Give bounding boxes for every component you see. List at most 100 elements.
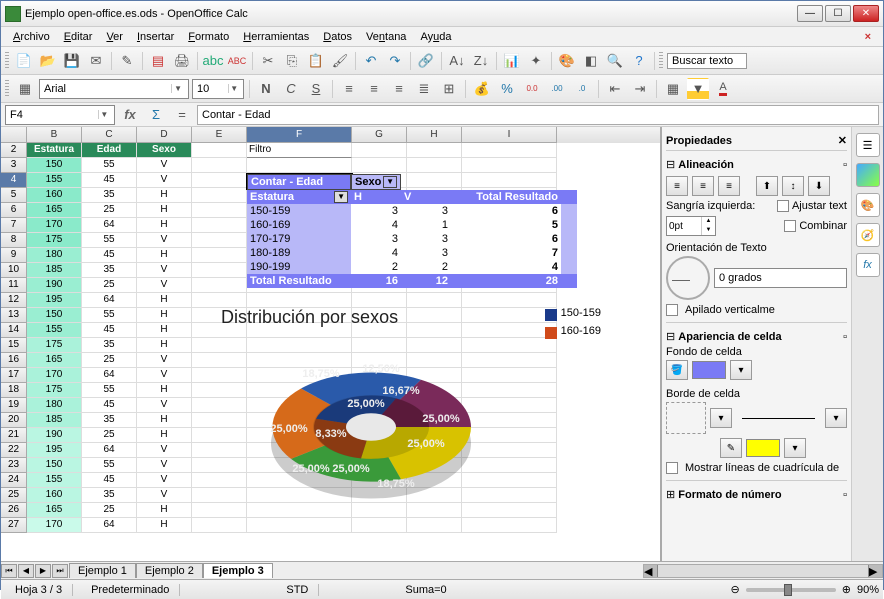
- pdf-icon[interactable]: ▤: [147, 50, 169, 72]
- tab-prev-icon[interactable]: ◀: [18, 564, 34, 578]
- chart-icon[interactable]: 📊: [501, 50, 523, 72]
- stack-checkbox[interactable]: [666, 304, 678, 316]
- sidebar-tab-navigator-icon[interactable]: 🧭: [856, 223, 880, 247]
- sidebar-close-icon[interactable]: ✕: [838, 134, 847, 147]
- menu-formato[interactable]: Formato: [182, 29, 235, 45]
- align-justify-icon[interactable]: ≣: [413, 78, 435, 100]
- spellcheck-icon[interactable]: abc: [202, 50, 224, 72]
- save-icon[interactable]: 💾: [61, 50, 83, 72]
- align-left-icon[interactable]: ≡: [666, 176, 688, 196]
- more-icon[interactable]: ▫: [843, 489, 847, 501]
- zoom-icon[interactable]: 🔍: [604, 50, 626, 72]
- more-icon[interactable]: ▫: [843, 331, 847, 343]
- copy-icon[interactable]: ⎘: [281, 50, 303, 72]
- fontcolor-icon[interactable]: A: [712, 78, 734, 100]
- spreadsheet-grid[interactable]: B C D E F G H I 2 Estatura Edad Sexo Fil…: [1, 127, 661, 561]
- minimize-button[interactable]: —: [797, 5, 823, 22]
- degrees-input[interactable]: [719, 272, 842, 284]
- sort-desc-icon[interactable]: Z↓: [470, 50, 492, 72]
- orientation-dial[interactable]: [666, 256, 710, 300]
- new-icon[interactable]: 📄: [13, 50, 35, 72]
- wrap-checkbox[interactable]: [777, 200, 789, 212]
- tab-first-icon[interactable]: ⏮: [1, 564, 17, 578]
- bgcolor-icon[interactable]: ▼: [687, 78, 709, 100]
- tab-next-icon[interactable]: ▶: [35, 564, 51, 578]
- more-icon[interactable]: ▫: [843, 159, 847, 171]
- menu-archivo[interactable]: Archivo: [7, 29, 56, 45]
- bucket-icon[interactable]: 🪣: [666, 360, 688, 380]
- menu-editar[interactable]: Editar: [58, 29, 99, 45]
- menu-insertar[interactable]: Insertar: [131, 29, 180, 45]
- gridlines-checkbox[interactable]: [666, 462, 678, 474]
- font-size-combo[interactable]: ▼: [192, 79, 244, 99]
- indent-spinbox[interactable]: ▲▼: [666, 216, 716, 236]
- tab-last-icon[interactable]: ⏭: [52, 564, 68, 578]
- sidebar-toggle-icon[interactable]: ▦: [14, 78, 36, 100]
- valign-mid-icon[interactable]: ↕: [782, 176, 804, 196]
- number-icon[interactable]: 0.0: [521, 78, 543, 100]
- tab-ejemplo3[interactable]: Ejemplo 3: [203, 563, 273, 578]
- close-button[interactable]: ✕: [853, 5, 879, 22]
- col-header-sexo[interactable]: Sexo: [137, 143, 192, 158]
- indent-dec-icon[interactable]: ⇤: [604, 78, 626, 100]
- pivot-table[interactable]: Contar - Edad Sexo▼ Estatura▼ H V Total …: [247, 174, 577, 288]
- fx-icon[interactable]: fx: [119, 104, 141, 126]
- autospell-icon[interactable]: ABC: [226, 50, 248, 72]
- edit-icon[interactable]: ✎: [116, 50, 138, 72]
- search-input[interactable]: Buscar texto: [667, 53, 747, 69]
- align-center-icon[interactable]: ≡: [692, 176, 714, 196]
- menu-ventana[interactable]: Ventana: [360, 29, 412, 45]
- valign-bot-icon[interactable]: ⬇: [808, 176, 830, 196]
- percent-icon[interactable]: %: [496, 78, 518, 100]
- bgcolor-swatch[interactable]: [692, 361, 726, 379]
- menu-ayuda[interactable]: Ayuda: [414, 29, 457, 45]
- paste-icon[interactable]: 📋: [305, 50, 327, 72]
- open-icon[interactable]: 📂: [37, 50, 59, 72]
- italic-button[interactable]: C: [280, 78, 302, 100]
- cut-icon[interactable]: ✂: [257, 50, 279, 72]
- valign-top-icon[interactable]: ⬆: [756, 176, 778, 196]
- align-left-icon[interactable]: ≡: [338, 78, 360, 100]
- tab-ejemplo1[interactable]: Ejemplo 1: [69, 563, 136, 578]
- currency-icon[interactable]: 💰: [471, 78, 493, 100]
- cell-ref-box[interactable]: ▼: [5, 105, 115, 125]
- dec-del-icon[interactable]: .0: [571, 78, 593, 100]
- redo-icon[interactable]: ↷: [384, 50, 406, 72]
- color-dropdown-icon[interactable]: ▾: [730, 360, 752, 380]
- h-scrollbar[interactable]: ◀▶: [643, 564, 883, 578]
- equals-icon[interactable]: =: [171, 104, 193, 126]
- underline-button[interactable]: S: [305, 78, 327, 100]
- undo-icon[interactable]: ↶: [360, 50, 382, 72]
- filter-cell[interactable]: Filtro: [247, 143, 352, 158]
- sidebar-tab-gallery-icon[interactable]: 🎨: [856, 193, 880, 217]
- print-icon[interactable]: 🖨: [171, 50, 193, 72]
- sidebar-tab-functions-icon[interactable]: fx: [856, 253, 880, 277]
- help-icon[interactable]: ?: [628, 50, 650, 72]
- align-right-icon[interactable]: ≡: [388, 78, 410, 100]
- border-preset[interactable]: [666, 402, 706, 434]
- sum-icon[interactable]: Σ: [145, 104, 167, 126]
- maximize-button[interactable]: ☐: [825, 5, 851, 22]
- formula-input[interactable]: [202, 109, 874, 121]
- sort-asc-icon[interactable]: A↓: [446, 50, 468, 72]
- border-icon[interactable]: ▦: [662, 78, 684, 100]
- tab-ejemplo2[interactable]: Ejemplo 2: [136, 563, 203, 578]
- sidebar-tab-styles-icon[interactable]: [856, 163, 880, 187]
- col-header-estatura[interactable]: Estatura: [27, 143, 82, 158]
- menu-datos[interactable]: Datos: [317, 29, 358, 45]
- link-icon[interactable]: 🔗: [415, 50, 437, 72]
- nav-icon[interactable]: ✦: [525, 50, 547, 72]
- indent-inc-icon[interactable]: ⇥: [629, 78, 651, 100]
- email-icon[interactable]: ✉: [85, 50, 107, 72]
- merge-icon[interactable]: ⊞: [438, 78, 460, 100]
- font-name-combo[interactable]: ▼: [39, 79, 189, 99]
- bordercolor-swatch[interactable]: [746, 439, 780, 457]
- bold-button[interactable]: N: [255, 78, 277, 100]
- pencil-icon[interactable]: ✎: [720, 438, 742, 458]
- menu-ver[interactable]: Ver: [100, 29, 129, 45]
- gallery-icon[interactable]: 🎨: [556, 50, 578, 72]
- menu-herramientas[interactable]: Herramientas: [237, 29, 315, 45]
- align-right-icon[interactable]: ≡: [718, 176, 740, 196]
- sidebar-tab-properties-icon[interactable]: ☰: [856, 133, 880, 157]
- col-header-edad[interactable]: Edad: [82, 143, 137, 158]
